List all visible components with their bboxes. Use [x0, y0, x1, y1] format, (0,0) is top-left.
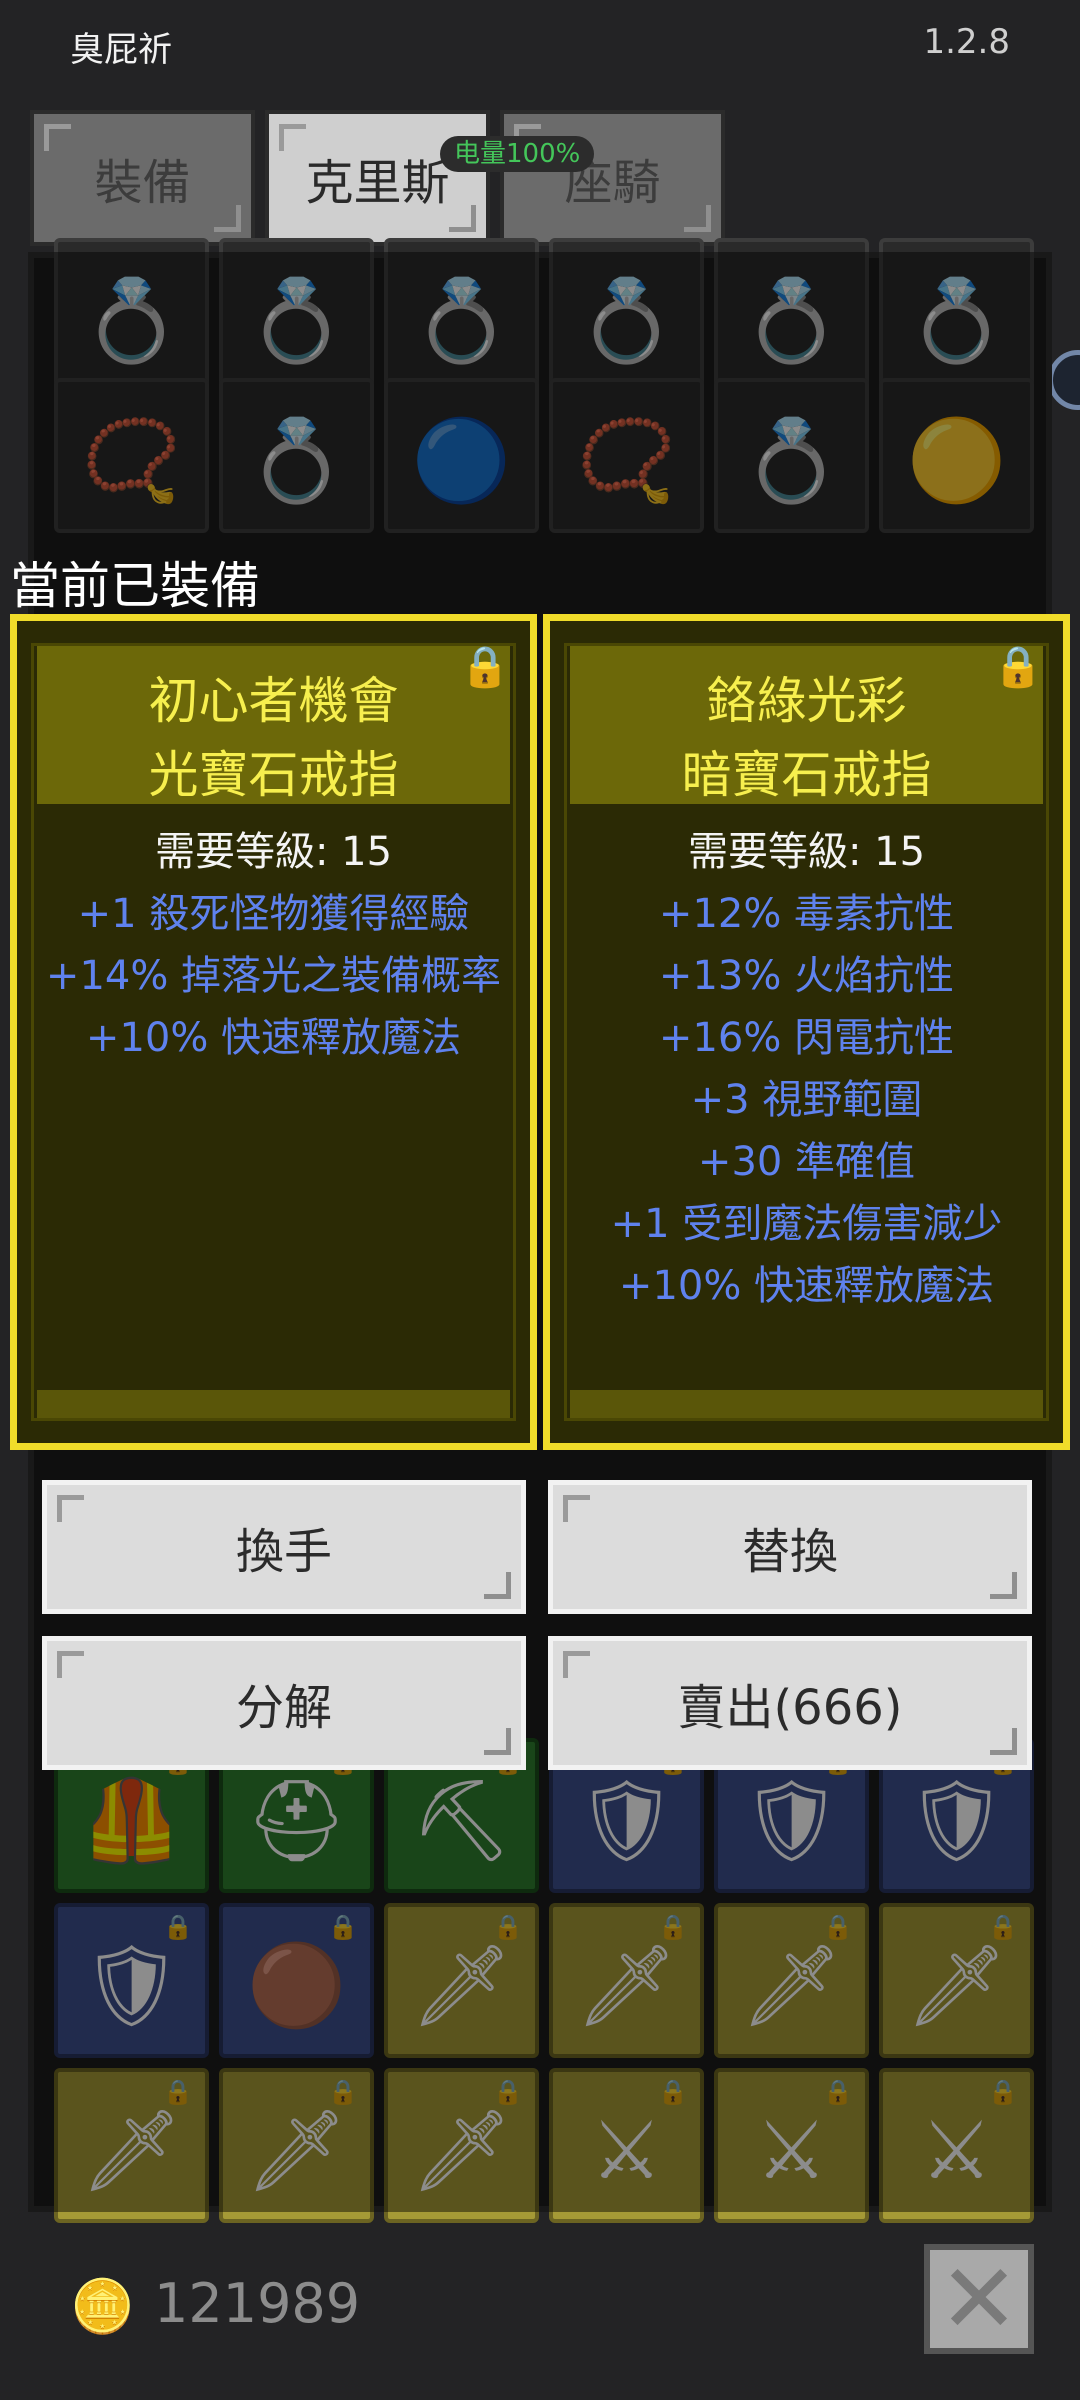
tab-mount[interactable]: 座騎: [500, 110, 725, 246]
replace-button[interactable]: 替換: [548, 1480, 1032, 1614]
battery-status: 电量100%: [440, 136, 595, 172]
tab-character-label: 克里斯: [305, 155, 450, 211]
item-stat: +16% 閃電抗性: [658, 1015, 955, 1061]
item-stat: +1 殺死怪物獲得經驗: [77, 891, 470, 937]
character-name: 臭屁祈: [70, 30, 172, 70]
equipped-card-left: 初心者機會 光寶石戒指 🔒 需要等級: 15 +1 殺死怪物獲得經驗 +14% …: [10, 614, 537, 1450]
tab-equipment[interactable]: 裝備: [30, 110, 255, 246]
lock-icon[interactable]: 🔒: [460, 643, 510, 690]
item-stat: +30 準確值: [697, 1139, 916, 1185]
item-stat: +12% 毒素抗性: [658, 891, 955, 937]
equipped-header: 當前已裝備: [10, 557, 260, 615]
item-stat: +13% 火焰抗性: [658, 953, 955, 999]
tab-equipment-label: 裝備: [94, 155, 191, 211]
item-name-line1: 鉻綠光彩: [706, 672, 907, 730]
level-requirement: 需要等級: 15: [687, 829, 926, 875]
lock-icon[interactable]: 🔒: [993, 643, 1043, 690]
item-stat: +1 受到魔法傷害減少: [610, 1201, 1003, 1247]
coins-icon: 🪙: [70, 2277, 135, 2337]
item-stat: +3 視野範圍: [690, 1077, 923, 1123]
coin-amount: 121989: [154, 2272, 361, 2335]
tab-character[interactable]: 克里斯: [265, 110, 490, 246]
close-icon: ✕: [938, 2243, 1020, 2355]
swap-hands-label: 換手: [235, 1524, 332, 1580]
version-label: 1.2.8: [923, 22, 1010, 62]
item-name-line2: 暗寶石戒指: [681, 746, 932, 804]
disassemble-button[interactable]: 分解: [42, 1636, 526, 1770]
item-name-line1: 初心者機會: [148, 672, 399, 730]
item-name-line2: 光寶石戒指: [148, 746, 399, 804]
sell-button[interactable]: 賣出(666): [548, 1636, 1032, 1770]
equipped-card-right: 鉻綠光彩 暗寶石戒指 🔒 需要等級: 15 +12% 毒素抗性 +13% 火焰抗…: [543, 614, 1070, 1450]
disassemble-label: 分解: [235, 1680, 332, 1736]
close-button[interactable]: ✕: [924, 2243, 1034, 2355]
item-stat: +10% 快速釋放魔法: [85, 1015, 462, 1061]
side-menu-ring[interactable]: [1048, 350, 1080, 410]
replace-label: 替換: [741, 1524, 838, 1580]
level-requirement: 需要等級: 15: [154, 829, 393, 875]
item-stat: +10% 快速釋放魔法: [618, 1263, 995, 1309]
item-stat: +14% 掉落光之裝備概率: [45, 953, 502, 999]
swap-hands-button[interactable]: 換手: [42, 1480, 526, 1614]
sell-label: 賣出(666): [677, 1680, 903, 1736]
